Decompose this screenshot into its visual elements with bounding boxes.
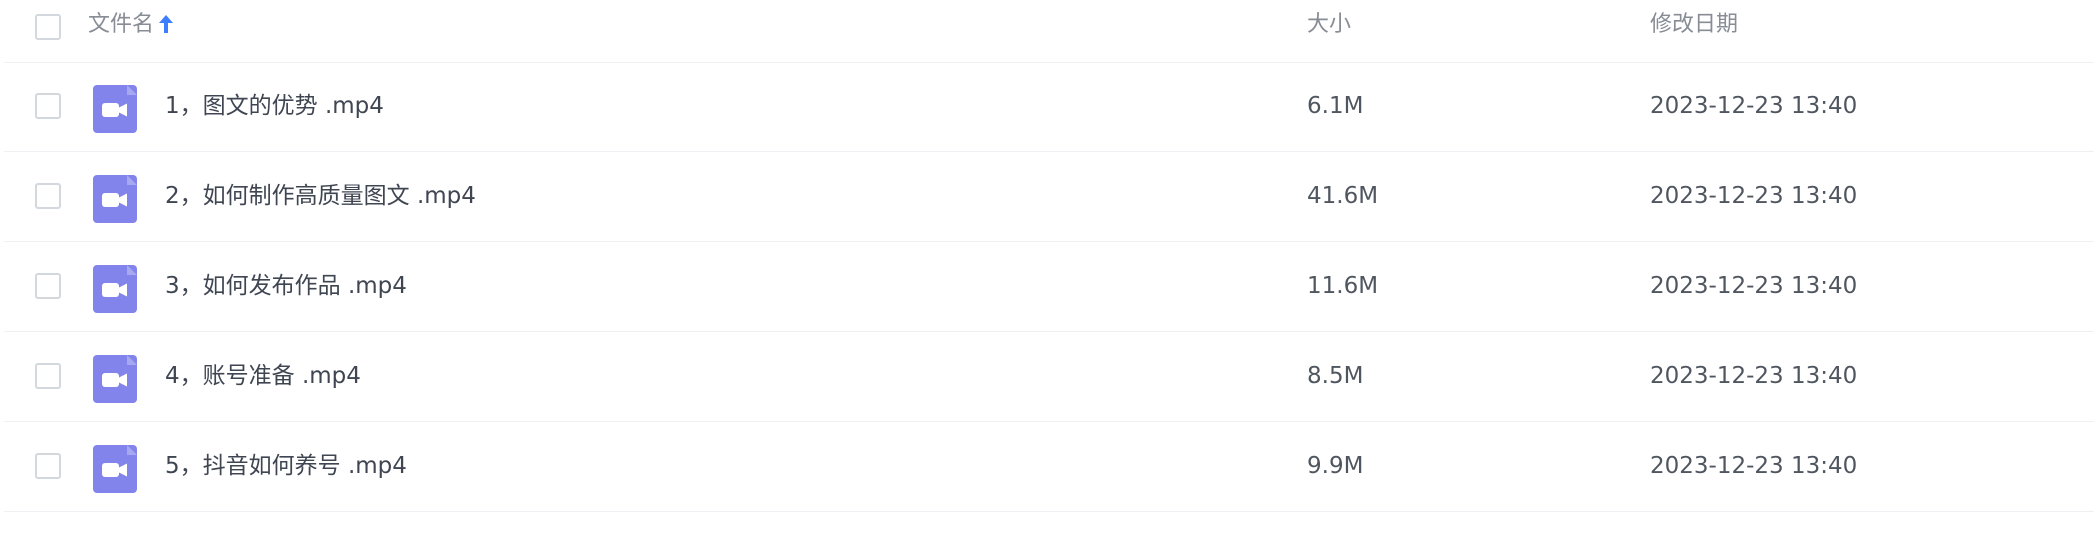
- file-name[interactable]: 3，如何发布作品 .mp4: [165, 271, 407, 301]
- row-checkbox[interactable]: [35, 93, 61, 119]
- file-size: 6.1M: [1307, 93, 1364, 119]
- file-list-table: 文件名 大小 修改日期 1，图文的优势 .mp4 6.1M 2023-12-23…: [0, 0, 2094, 542]
- file-name[interactable]: 2，如何制作高质量图文 .mp4: [165, 181, 476, 211]
- table-row[interactable]: 5，抖音如何养号 .mp4 9.9M 2023-12-23 13:40: [4, 422, 2094, 512]
- column-header-modified[interactable]: 修改日期: [1650, 12, 1738, 38]
- table-row[interactable]: 3，如何发布作品 .mp4 11.6M 2023-12-23 13:40: [4, 242, 2094, 332]
- row-checkbox[interactable]: [35, 273, 61, 299]
- file-name[interactable]: 1，图文的优势 .mp4: [165, 91, 384, 121]
- file-modified-date: 2023-12-23 13:40: [1650, 93, 1858, 119]
- file-name[interactable]: 5，抖音如何养号 .mp4: [165, 451, 407, 481]
- video-file-icon: [93, 265, 137, 313]
- file-size: 41.6M: [1307, 183, 1379, 209]
- column-header-name[interactable]: 文件名: [88, 12, 174, 41]
- table-header: 文件名 大小 修改日期: [4, 0, 2094, 63]
- file-modified-date: 2023-12-23 13:40: [1650, 363, 1858, 389]
- file-size: 8.5M: [1307, 363, 1364, 389]
- video-file-icon: [93, 175, 137, 223]
- table-row[interactable]: 1，图文的优势 .mp4 6.1M 2023-12-23 13:40: [4, 62, 2094, 152]
- video-file-icon: [93, 85, 137, 133]
- file-modified-date: 2023-12-23 13:40: [1650, 183, 1858, 209]
- file-modified-date: 2023-12-23 13:40: [1650, 273, 1858, 299]
- row-checkbox[interactable]: [35, 363, 61, 389]
- row-checkbox[interactable]: [35, 183, 61, 209]
- table-row[interactable]: 2，如何制作高质量图文 .mp4 41.6M 2023-12-23 13:40: [4, 152, 2094, 242]
- file-name[interactable]: 4，账号准备 .mp4: [165, 361, 361, 391]
- file-size: 9.9M: [1307, 453, 1364, 479]
- arrow-up-icon[interactable]: [158, 14, 174, 41]
- video-file-icon: [93, 445, 137, 493]
- file-modified-date: 2023-12-23 13:40: [1650, 453, 1858, 479]
- video-file-icon: [93, 355, 137, 403]
- file-size: 11.6M: [1307, 273, 1379, 299]
- table-row[interactable]: 4，账号准备 .mp4 8.5M 2023-12-23 13:40: [4, 332, 2094, 422]
- row-checkbox[interactable]: [35, 453, 61, 479]
- column-header-size[interactable]: 大小: [1307, 12, 1351, 38]
- select-all-checkbox[interactable]: [35, 14, 61, 40]
- column-header-name-label: 文件名: [88, 12, 155, 37]
